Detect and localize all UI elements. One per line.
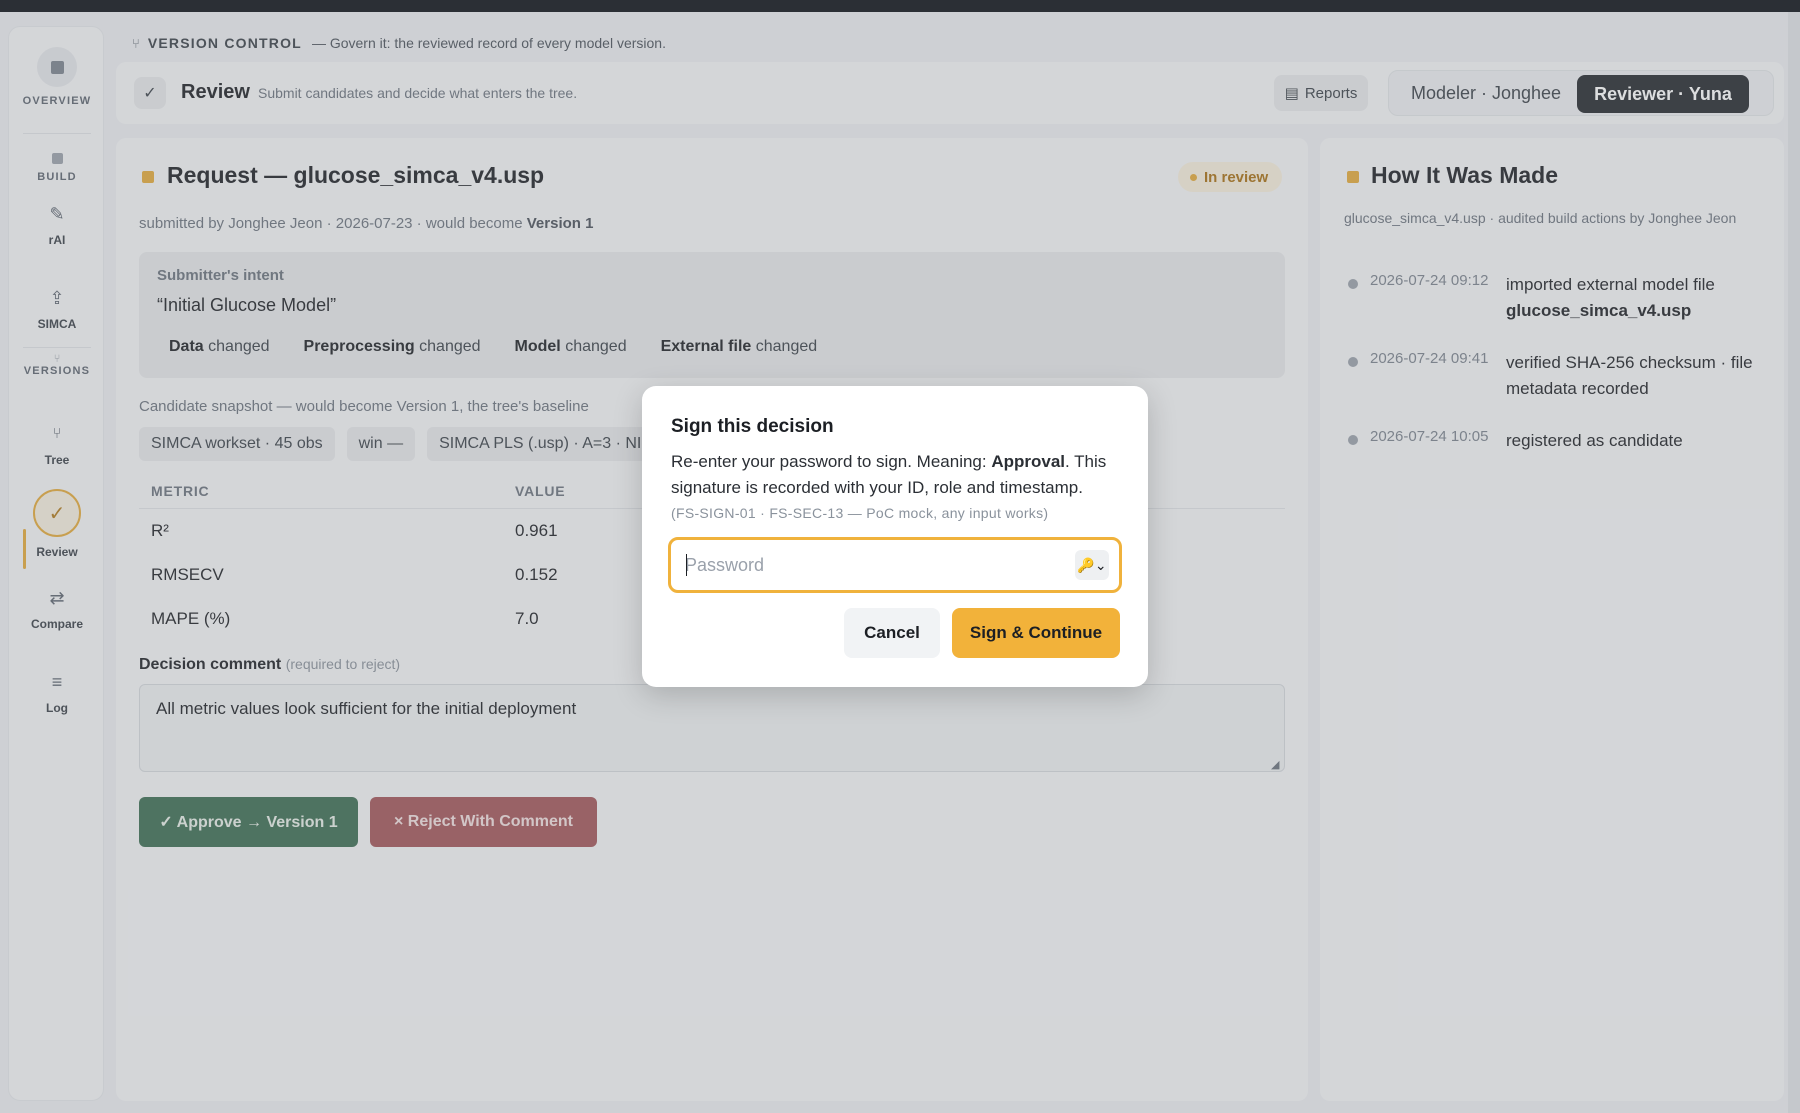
window-top-bar [0, 0, 1800, 12]
dialog-meaning: Approval [991, 452, 1066, 471]
dialog-body-prefix: Re-enter your password to sign. Meaning: [671, 452, 992, 471]
dialog-title: Sign this decision [671, 416, 834, 437]
dialog-body: Re-enter your password to sign. Meaning:… [671, 449, 1121, 501]
sign-decision-dialog: Sign this decision Re-enter your passwor… [642, 386, 1148, 687]
password-input[interactable] [685, 552, 1055, 578]
password-field[interactable]: 🔑⌄ [668, 537, 1122, 593]
dialog-note: (FS-SIGN-01 · FS-SEC-13 — PoC mock, any … [671, 505, 1049, 521]
cancel-button[interactable]: Cancel [844, 608, 940, 658]
key-icon[interactable]: 🔑⌄ [1075, 550, 1109, 580]
sign-continue-button[interactable]: Sign & Continue [952, 608, 1120, 658]
text-caret [686, 554, 687, 576]
